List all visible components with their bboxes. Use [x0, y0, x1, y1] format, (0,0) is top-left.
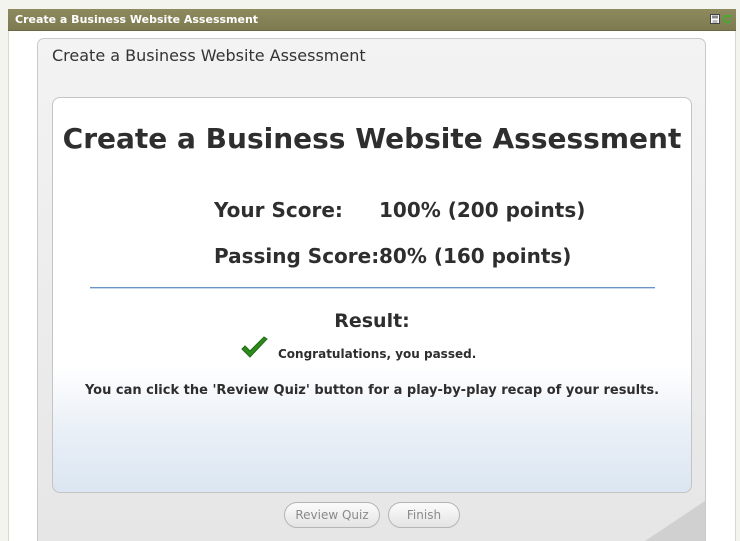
app-window: Create a Business Website Assessment Cre…: [0, 0, 740, 541]
quiz-slide: Create a Business Website Assessment Cre…: [37, 38, 706, 541]
review-quiz-button[interactable]: Review Quiz: [284, 502, 380, 528]
checkmark-icon: [240, 336, 270, 362]
slide-title: Create a Business Website Assessment: [52, 46, 366, 65]
divider: [90, 287, 655, 289]
titlebar-icons: [710, 14, 732, 24]
your-score-label: Your Score:: [214, 198, 343, 222]
result-label: Result:: [334, 310, 410, 332]
window-title: Create a Business Website Assessment: [15, 13, 259, 26]
result-message: Congratulations, you passed.: [278, 347, 477, 361]
review-note: You can click the 'Review Quiz' button f…: [84, 383, 660, 398]
passing-score-value: 80% (160 points): [379, 244, 572, 268]
save-icon[interactable]: [710, 14, 720, 24]
window-titlebar: Create a Business Website Assessment: [8, 9, 736, 31]
page-curl: [645, 501, 705, 541]
passing-score-label: Passing Score:: [214, 244, 380, 268]
finish-button[interactable]: Finish: [388, 502, 460, 528]
refresh-icon[interactable]: [722, 14, 732, 24]
your-score-value: 100% (200 points): [379, 198, 586, 222]
results-heading: Create a Business Website Assessment: [62, 122, 682, 155]
results-card: Create a Business Website Assessment You…: [52, 97, 692, 493]
